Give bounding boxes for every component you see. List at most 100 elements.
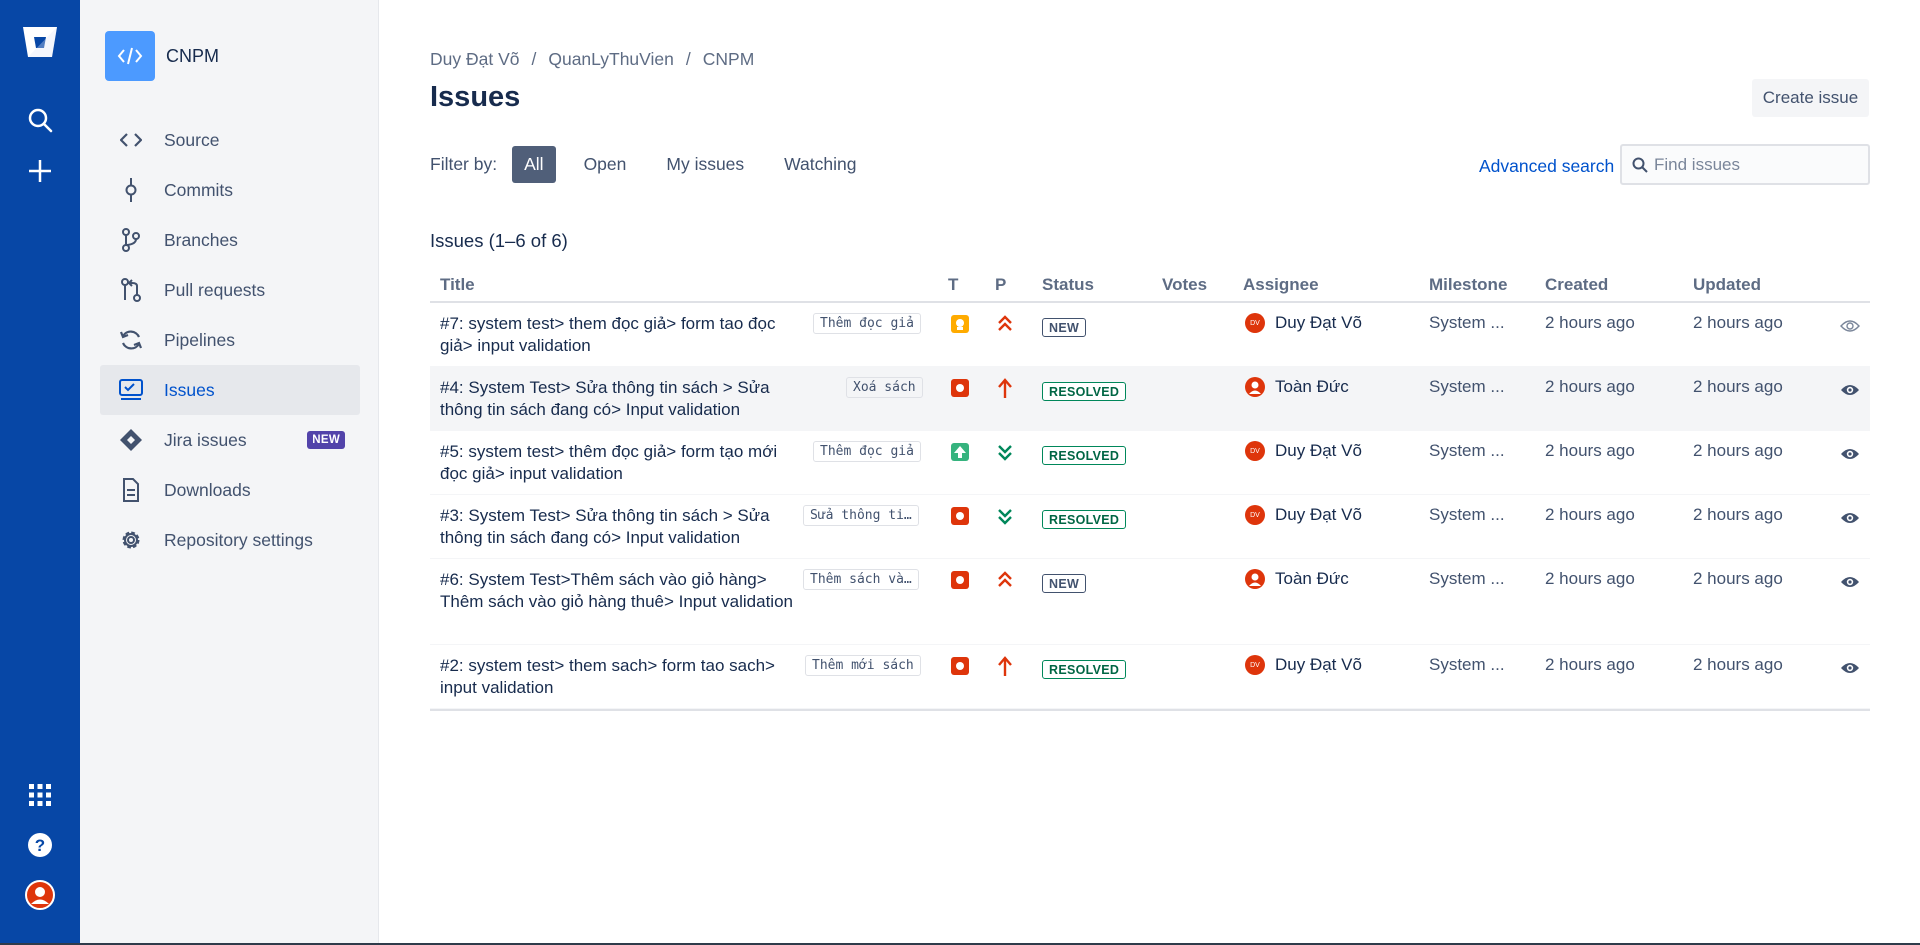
table-row[interactable]: #7: system test> them đọc giả> form tao … [430,303,1870,367]
filter-bar: Filter by: All Open My issues Watching [430,144,876,184]
avatar: DV [1245,655,1265,675]
issue-title-link[interactable]: #6: System Test>Thêm sách vào giỏ hàng> … [440,569,805,613]
sidebar-item-label: Pull requests [164,279,266,300]
watching-eye-icon[interactable] [1840,382,1860,396]
component-label[interactable]: Sửa thông ti… [803,505,919,526]
assignee[interactable]: DV Duy Đạt Võ [1245,655,1362,675]
column-milestone[interactable]: Milestone [1429,275,1507,295]
sidebar-item-source[interactable]: Source [100,115,360,165]
column-updated[interactable]: Updated [1693,275,1761,295]
issue-type-bug-icon [951,657,969,675]
create-plus-icon[interactable] [20,151,60,191]
sidebar-item-jira-issues[interactable]: Jira issues NEW [100,415,360,465]
breadcrumb-owner[interactable]: Duy Đạt Võ [430,49,519,70]
breadcrumb-separator: / [685,49,691,69]
column-priority[interactable]: P [995,275,1006,295]
sidebar-item-label: Repository settings [164,529,313,550]
milestone[interactable]: System ... [1429,377,1505,397]
issues-count: Issues (1–6 of 6) [430,230,568,251]
filter-all-button[interactable]: All [512,145,556,183]
watching-eye-icon[interactable] [1840,446,1860,460]
breadcrumb-project[interactable]: QuanLyThuVien [548,49,674,70]
search-icon[interactable] [20,100,60,140]
assignee[interactable]: Toàn Đức [1245,377,1349,397]
filter-watching-button[interactable]: Watching [764,146,876,183]
sidebar-item-branches[interactable]: Branches [100,215,360,265]
created-time: 2 hours ago [1545,313,1635,332]
issue-title-link[interactable]: #4: System Test> Sửa thông tin sách > Sử… [440,377,805,421]
column-title[interactable]: Title [440,275,475,295]
updated-time: 2 hours ago [1693,569,1783,588]
issues-icon [118,377,144,403]
table-row[interactable]: #4: System Test> Sửa thông tin sách > Sử… [430,367,1870,431]
column-type[interactable]: T [948,275,958,295]
milestone[interactable]: System ... [1429,505,1505,525]
filter-open-button[interactable]: Open [564,146,647,183]
project-header[interactable]: CNPM [105,31,219,81]
issue-title-link[interactable]: #7: system test> them đọc giả> form tao … [440,313,805,357]
project-avatar-code-icon [105,31,155,81]
table-row[interactable]: #5: system test> thêm đọc giả> form tạo … [430,431,1870,495]
sidebar-item-pull-requests[interactable]: Pull requests [100,265,360,315]
component-label[interactable]: Thêm đọc giả [813,313,921,334]
sidebar-item-label: Downloads [164,479,251,500]
help-icon[interactable]: ? [20,825,60,865]
project-name: CNPM [166,45,219,66]
component-label[interactable]: Xoá sách [846,377,923,398]
updated-time: 2 hours ago [1693,377,1783,396]
page-title: Issues [430,81,521,113]
app-switcher-icon[interactable] [20,775,60,815]
created-time: 2 hours ago [1545,655,1635,674]
sidebar-item-issues[interactable]: Issues [100,365,360,415]
avatar [1245,569,1265,589]
sidebar-item-label: Jira issues [164,429,247,450]
column-votes[interactable]: Votes [1162,275,1207,295]
table-row[interactable]: #2: system test> them sach> form tao sac… [430,645,1870,709]
watching-eye-icon[interactable] [1840,660,1860,674]
sidebar-item-commits[interactable]: Commits [100,165,360,215]
new-badge: NEW [307,431,345,449]
issue-title-link[interactable]: #3: System Test> Sửa thông tin sách > Sử… [440,505,805,549]
column-assignee[interactable]: Assignee [1243,275,1319,295]
component-label[interactable]: Thêm đọc giả [813,441,921,462]
jira-icon [118,427,144,453]
milestone[interactable]: System ... [1429,569,1505,589]
component-label[interactable]: Thêm mới sách [805,655,921,676]
search-input[interactable] [1654,154,1854,175]
column-status[interactable]: Status [1042,275,1094,295]
watch-eye-icon[interactable] [1840,318,1860,332]
component-label[interactable]: Thêm sách và… [803,569,919,590]
table-row[interactable]: #6: System Test>Thêm sách vào giỏ hàng> … [430,559,1870,645]
assignee[interactable]: DV Duy Đạt Võ [1245,441,1362,461]
sidebar-item-label: Branches [164,229,238,250]
watching-eye-icon[interactable] [1840,574,1860,588]
filter-label: Filter by: [430,153,498,174]
avatar: DV [1245,313,1265,333]
avatar [1245,377,1265,397]
column-created[interactable]: Created [1545,275,1608,295]
profile-avatar-icon[interactable] [20,875,60,915]
watching-eye-icon[interactable] [1840,510,1860,524]
issue-title-link[interactable]: #2: system test> them sach> form tao sac… [440,655,805,699]
filter-my-issues-button[interactable]: My issues [646,146,764,183]
assignee[interactable]: DV Duy Đạt Võ [1245,505,1362,525]
table-row[interactable]: #3: System Test> Sửa thông tin sách > Sử… [430,495,1870,559]
bitbucket-logo-icon[interactable] [20,22,60,62]
breadcrumb-repository[interactable]: CNPM [703,49,755,70]
assignee[interactable]: DV Duy Đạt Võ [1245,313,1362,333]
create-issue-button[interactable]: Create issue [1752,79,1869,117]
search-icon [1632,157,1648,173]
sidebar-item-downloads[interactable]: Downloads [100,465,360,515]
milestone[interactable]: System ... [1429,313,1505,333]
issues-table: Title T P Status Votes Assignee Mileston… [430,271,1870,711]
sidebar-item-repository-settings[interactable]: Repository settings [100,515,360,565]
priority-trivial-icon [995,441,1015,463]
assignee-name: Duy Đạt Võ [1275,505,1362,524]
milestone[interactable]: System ... [1429,441,1505,461]
advanced-search-link[interactable]: Advanced search [1479,156,1614,177]
issue-type-enhancement-icon [951,443,969,461]
assignee[interactable]: Toàn Đức [1245,569,1349,589]
milestone[interactable]: System ... [1429,655,1505,675]
issue-title-link[interactable]: #5: system test> thêm đọc giả> form tạo … [440,441,805,485]
sidebar-item-pipelines[interactable]: Pipelines [100,315,360,365]
